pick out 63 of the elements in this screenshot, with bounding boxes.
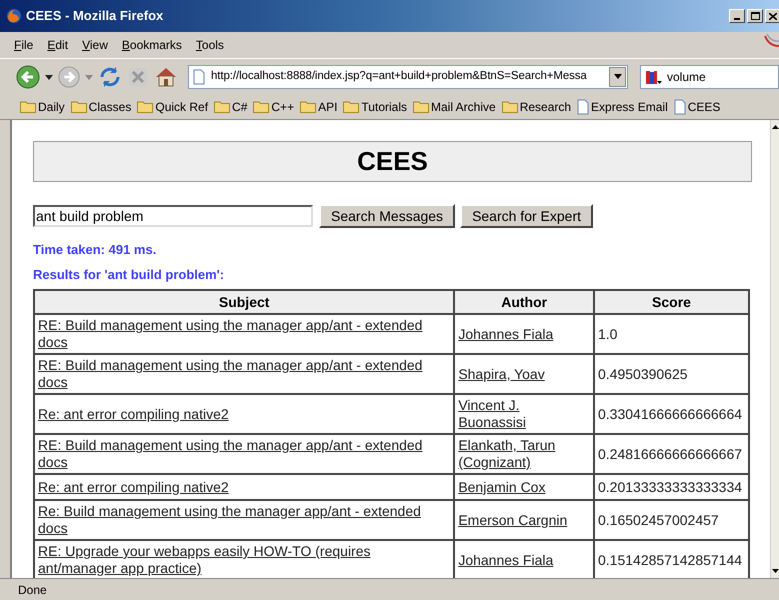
score-text: 0.24816666666666667 <box>598 446 742 462</box>
search-text: volume <box>667 68 706 86</box>
menu-item[interactable]: Edit <box>47 36 68 54</box>
bookmark-link[interactable]: Mail Archive <box>431 98 496 116</box>
bookmark-link[interactable]: Daily <box>38 98 65 116</box>
caret-icon <box>614 74 622 79</box>
page-icon <box>193 68 205 84</box>
folder-icon <box>343 100 360 113</box>
time-taken: Time taken: 491 ms. <box>33 241 158 259</box>
status-text: Done <box>18 582 47 598</box>
bookmark-link[interactable]: C++ <box>271 98 294 116</box>
column-header: Author <box>454 290 594 314</box>
page-icon <box>577 98 590 114</box>
bookmark-link[interactable]: CEES <box>688 98 720 116</box>
search-button[interactable]: Search for Expert <box>460 204 593 228</box>
address-field[interactable]: http://localhost:8888/index.jsp?q=ant+build+problem&BtnS=Search+Messa <box>188 64 628 88</box>
close-button[interactable] <box>765 9 779 23</box>
column-header: Subject <box>34 290 454 314</box>
score-text: 0.15142857142857144 <box>598 552 742 568</box>
score-text: 0.33041666666666664 <box>598 406 742 422</box>
bookmark-link[interactable]: C# <box>232 98 248 116</box>
score-text: 0.16502457002457 <box>598 512 719 528</box>
maximize-button[interactable] <box>747 9 763 23</box>
menu-item[interactable]: View <box>82 36 108 54</box>
bookmark-link[interactable]: Quick Ref <box>155 98 208 116</box>
column-header: Score <box>594 290 749 314</box>
bookmark-link[interactable]: Tutorials <box>361 98 407 116</box>
minimize-button[interactable] <box>729 9 745 23</box>
bookmark-link[interactable]: Classes <box>88 98 132 116</box>
bookmark-link[interactable]: Research <box>520 98 572 116</box>
books-icon <box>645 68 663 84</box>
menu-item[interactable]: File <box>14 36 34 54</box>
menu-item[interactable]: Bookmarks <box>122 36 182 54</box>
page-heading: CEES <box>357 145 428 178</box>
url-text: http://localhost:8888/index.jsp?q=ant+build+problem&BtnS=Search+Messa <box>211 68 588 84</box>
search-button[interactable]: Search Messages <box>319 204 456 228</box>
close-icon <box>769 12 777 20</box>
score-text: 0.20133333333333334 <box>598 478 742 494</box>
folder-icon <box>413 100 429 113</box>
score-text: 0.4950390625 <box>598 366 688 382</box>
page-icon <box>674 98 686 114</box>
dropdown-button[interactable] <box>609 66 626 86</box>
folder-icon <box>253 100 270 113</box>
reload-icon[interactable] <box>98 64 122 88</box>
folder-icon <box>300 100 316 113</box>
back-icon[interactable] <box>16 64 40 88</box>
bookmark-link[interactable]: API <box>318 98 338 116</box>
folder-icon <box>214 100 230 113</box>
bookmark-link[interactable]: Express Email <box>591 98 668 116</box>
scrollbar[interactable] <box>770 120 779 578</box>
browser-logo-icon <box>6 8 22 24</box>
score-text: 1.0 <box>598 326 618 342</box>
folder-icon <box>70 100 87 113</box>
folder-icon <box>137 100 154 113</box>
caret-icon[interactable] <box>44 72 54 80</box>
search-input[interactable]: ant build problem <box>33 205 313 227</box>
results-heading: Results for 'ant build problem': <box>33 266 226 284</box>
window-title: CEES - Mozilla Firefox <box>26 7 164 26</box>
search-field[interactable]: volume <box>640 64 779 88</box>
folder-icon <box>20 100 36 113</box>
throbber-icon <box>763 32 779 50</box>
folder-icon <box>502 100 518 113</box>
menu-item[interactable]: Tools <box>196 36 224 54</box>
